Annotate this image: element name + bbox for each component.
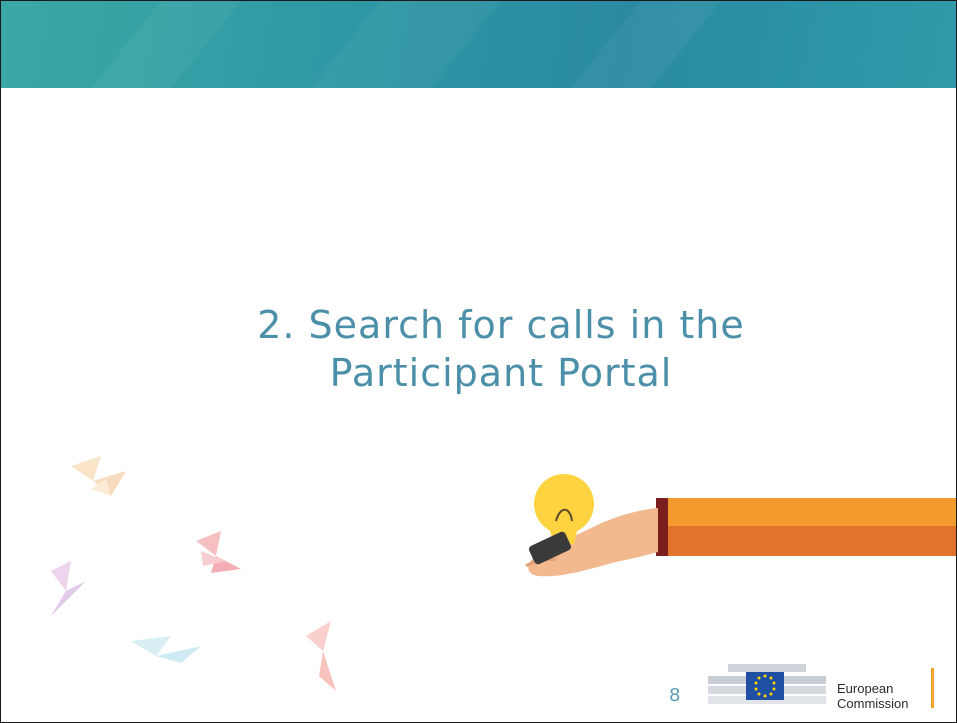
ec-accent-rule — [931, 668, 934, 708]
slide-title-line-2: Participant Portal — [329, 351, 673, 395]
top-banner — [1, 1, 956, 88]
sleeve-shadow — [666, 526, 956, 556]
slide: 2. Search for calls in the Participant P… — [0, 0, 957, 723]
eu-flag-icon — [746, 672, 784, 700]
european-commission-logo — [708, 664, 826, 704]
paper-bird-icon — [131, 636, 201, 663]
banner-texture — [91, 1, 721, 88]
paper-bird-icon — [71, 456, 126, 496]
page-number: 8 — [669, 685, 681, 706]
paper-bird-icon — [196, 531, 241, 573]
slide-title-line-1: 2. Search for calls in the — [257, 303, 745, 347]
slide-title: 2. Search for calls in the Participant P… — [151, 301, 851, 397]
ec-logo-text-line-1: European — [837, 681, 894, 696]
paper-bird-icon — [51, 561, 86, 616]
ec-logo-text: European Commission — [837, 681, 909, 711]
ec-logo-text-line-2: Commission — [837, 696, 909, 711]
paper-birds-illustration — [51, 456, 336, 691]
hand-with-lightbulb-illustration — [525, 474, 956, 577]
paper-bird-icon — [306, 621, 336, 691]
